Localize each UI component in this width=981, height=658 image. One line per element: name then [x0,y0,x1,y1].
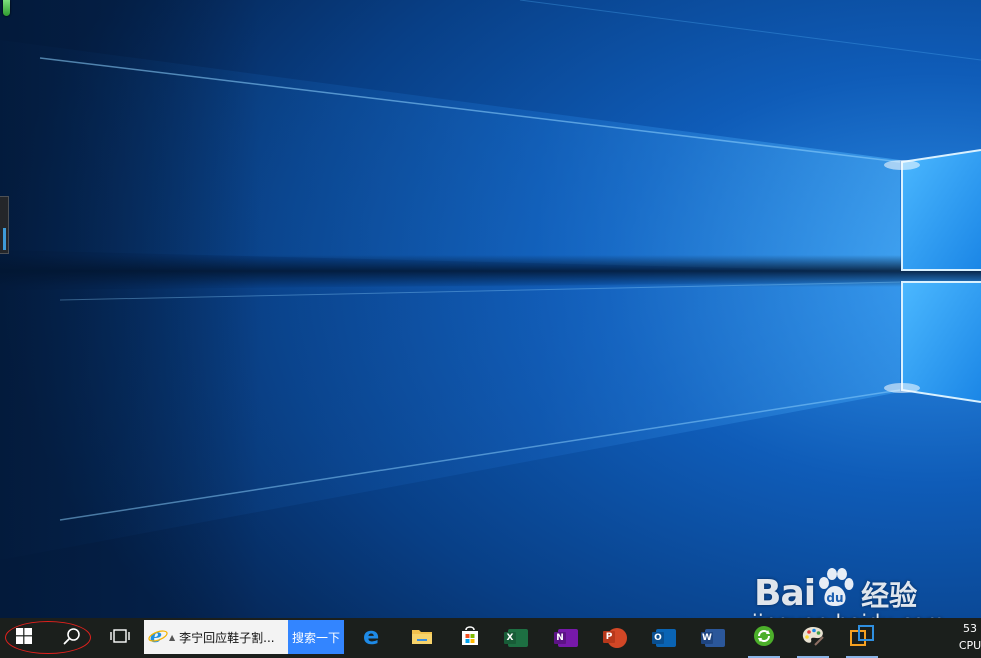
ie-search-toolbar: e ▲ 李宁回应鞋子割... 搜索一下 [144,620,344,654]
taskbar: e ▲ 李宁回应鞋子割... 搜索一下 e X N P O W 53 CPU [0,618,981,658]
outlook-icon: O [652,629,676,647]
watermark-brand-suffix: 经验 [861,579,918,612]
tray-label[interactable]: CPU [955,639,981,652]
tray-value[interactable]: 53 [955,622,981,635]
ie-icon: e [148,625,168,649]
ie-search-submit-button[interactable]: 搜索一下 [288,620,344,654]
search-button[interactable] [50,618,94,658]
taskbar-app-remote[interactable] [842,618,882,658]
svg-text:e: e [363,625,379,647]
green-sync-icon [753,625,775,651]
excel-icon: X [504,629,528,647]
floating-widget-pill[interactable] [3,0,10,16]
task-view-icon [109,628,131,648]
onenote-badge: N [554,632,566,644]
word-badge: W [701,632,713,644]
paw-icon: du [816,568,854,612]
remote-desktop-icon [850,625,874,651]
svg-text:du: du [827,591,844,605]
desktop-wallpaper[interactable] [0,0,981,618]
watermark-brand: Bai du 经验 [754,568,917,612]
onenote-icon: N [554,629,578,647]
palette-icon [801,625,825,651]
desktop-screen: Bai du 经验 jingyan.baidu.com [0,0,981,658]
search-icon [63,627,81,649]
taskbar-app-word[interactable]: W [695,618,735,658]
edge-icon: e [362,622,384,651]
side-meter-widget[interactable] [0,196,9,254]
word-icon: W [701,629,725,647]
taskbar-app-onenote[interactable]: N [548,618,588,658]
ie-search-field[interactable]: e ▲ 李宁回应鞋子割... [144,620,288,654]
taskbar-app-file-explorer[interactable] [402,618,442,658]
folder-icon [411,626,433,650]
dropdown-caret-icon[interactable]: ▲ [169,633,175,642]
taskbar-app-store[interactable] [450,618,490,658]
watermark-brand-left: Bai [754,573,816,614]
start-button[interactable] [4,618,44,658]
taskbar-app-excel[interactable]: X [498,618,538,658]
windows-logo-icon [16,628,32,648]
ie-search-query: 李宁回应鞋子割... [179,630,275,645]
taskbar-app-edge[interactable]: e [353,618,393,658]
side-meter-fill [3,228,6,250]
taskbar-app-paint[interactable] [793,618,833,658]
taskbar-app-powerpoint[interactable]: P [597,618,637,658]
taskbar-app-sync[interactable] [744,618,784,658]
powerpoint-icon: P [603,628,627,648]
excel-badge: X [504,632,516,644]
store-icon [459,625,481,651]
powerpoint-badge: P [603,631,615,643]
taskbar-app-outlook[interactable]: O [646,618,686,658]
task-view-button[interactable] [100,618,140,658]
outlook-badge: O [652,632,664,644]
